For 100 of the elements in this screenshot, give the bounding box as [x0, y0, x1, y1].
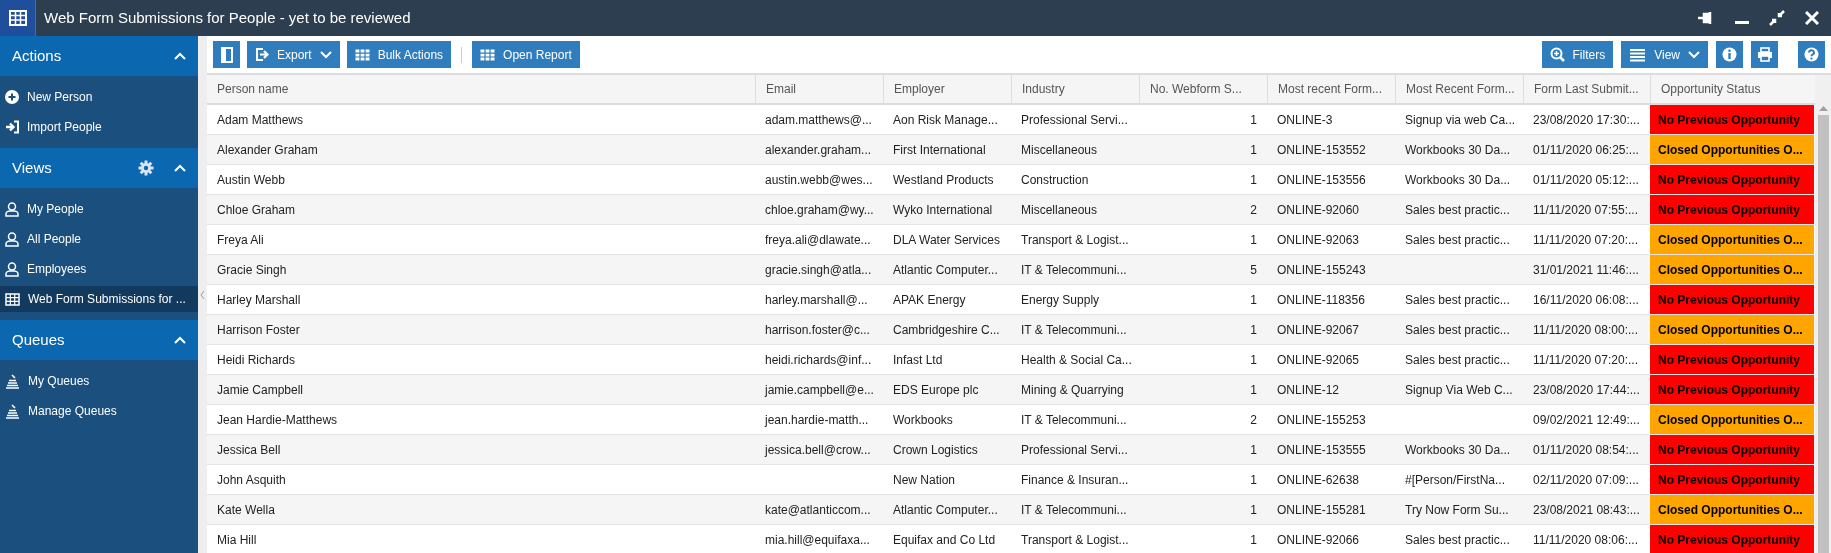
column-header[interactable]: Person name — [207, 75, 755, 103]
column-header[interactable]: No. Webform S... — [1139, 75, 1267, 103]
table-cell-text: Signup via web Ca... — [1405, 111, 1516, 129]
table-cell-text: 1 — [1250, 171, 1257, 189]
table-cell-text: Signup Via Web C... — [1405, 381, 1513, 399]
table-cell-text: Jessica Bell — [217, 441, 281, 459]
table-cell-text: 1 — [1250, 381, 1257, 399]
info-icon — [1722, 47, 1737, 62]
table-cell-text: Construction — [1021, 171, 1089, 189]
table-cell-text: 1 — [1250, 351, 1257, 369]
table-cell-text: Sales best practic... — [1405, 351, 1510, 369]
column-header[interactable]: Form Last Submit... — [1523, 75, 1650, 103]
table-cell-text: #[Person/FirstNa... — [1405, 471, 1506, 489]
table-cell-text: Sales best practic... — [1405, 201, 1510, 219]
status-badge: Closed Opportunities O... — [1650, 315, 1814, 344]
table-cell-text: Alexander Graham — [217, 141, 318, 159]
table-cell-text: 01/11/2020 08:54:... — [1533, 441, 1639, 459]
sidebar-handle[interactable] — [198, 36, 207, 553]
filters-button[interactable]: Filters — [1541, 41, 1614, 68]
table-cell-text: 11/11/2020 08:00:... — [1533, 321, 1638, 339]
status-badge: Closed Opportunities O... — [1650, 135, 1814, 164]
table-cell-text: Heidi Richards — [217, 351, 296, 369]
stack-icon — [5, 403, 20, 419]
panel-toggle-button[interactable] — [213, 41, 240, 68]
table-cell-text: Sales best practic... — [1405, 531, 1510, 549]
panel-icon — [220, 46, 233, 63]
section-header[interactable]: Queues — [0, 320, 198, 360]
sidebar-item[interactable]: All People — [0, 226, 198, 252]
table-cell-text: EDS Europe plc — [893, 381, 979, 399]
table-cell-text: jamie.campbell@e... — [765, 381, 874, 399]
chevron-left-icon — [200, 290, 205, 299]
person-icon — [5, 261, 19, 277]
person-icon — [5, 201, 19, 217]
info-button[interactable] — [1716, 41, 1743, 68]
sidebar-item[interactable]: Employees — [0, 256, 198, 282]
column-header[interactable]: Industry — [1011, 75, 1139, 103]
person-icon — [5, 231, 19, 247]
sidebar-item[interactable]: Manage Queues — [0, 398, 198, 424]
sidebar-item[interactable]: Import People — [0, 114, 198, 140]
toolbar-button[interactable]: Bulk Actions — [346, 41, 452, 68]
sidebar-item[interactable]: My Queues — [0, 368, 198, 394]
table-cell-text: Gracie Singh — [217, 261, 287, 279]
table-cell-text: 5 — [1250, 261, 1257, 279]
section-header[interactable]: Actions — [0, 36, 198, 76]
grid-icon — [5, 292, 20, 306]
table-cell-text: 1 — [1250, 471, 1257, 489]
table-cell-text: 01/11/2020 05:12:... — [1533, 171, 1639, 189]
table-cell-text: Workbooks 30 Da... — [1405, 171, 1511, 189]
section-header[interactable]: Views — [0, 148, 198, 188]
table-cell-text: 1 — [1250, 111, 1257, 129]
table-cell-text: IT & Telecommuni... — [1021, 261, 1127, 279]
column-header[interactable]: Email — [755, 75, 883, 103]
status-badge: No Previous Opportunity — [1650, 375, 1814, 404]
table-cell-text: Cambridgeshire C... — [893, 321, 1000, 339]
print-button[interactable] — [1751, 41, 1778, 68]
table-cell-text: Sales best practic... — [1405, 321, 1510, 339]
table-cell-text: ONLINE-92067 — [1277, 321, 1360, 339]
table-cell-text: kate@atlanticcom... — [765, 501, 871, 519]
help-button[interactable] — [1798, 41, 1825, 68]
table-cell-text: Try Now Form Su... — [1405, 501, 1509, 519]
table-cell-text: ONLINE-92066 — [1277, 531, 1360, 549]
table-cell-text: 2 — [1250, 201, 1257, 219]
collapse-icon[interactable] — [174, 163, 186, 173]
scrollbar[interactable] — [1815, 75, 1831, 553]
sidebar-item[interactable]: New Person — [0, 84, 198, 110]
table-cell-text: 11/11/2020 08:06:... — [1533, 531, 1638, 549]
table-cell-text: Equifax and Co Ltd — [893, 531, 996, 549]
table-cell-text: 1 — [1250, 531, 1257, 549]
collapse-icon[interactable] — [1769, 10, 1785, 26]
column-header[interactable]: Most Recent Form... — [1395, 75, 1523, 103]
toolbar-button[interactable]: Open Report — [472, 41, 580, 68]
table-cell-text: New Nation — [893, 471, 956, 489]
status-badge: No Previous Opportunity — [1650, 525, 1814, 553]
collapse-icon[interactable] — [174, 51, 186, 61]
column-header[interactable]: Employer — [883, 75, 1011, 103]
view-button[interactable]: View — [1621, 41, 1708, 68]
section-title: Views — [12, 157, 52, 178]
table-cell-text: Sales best practic... — [1405, 231, 1510, 249]
table-cell-text: ONLINE-153552 — [1277, 141, 1366, 159]
table-cell-text: 2 — [1250, 411, 1257, 429]
gear-icon[interactable] — [138, 160, 154, 176]
export-button[interactable]: Export — [247, 41, 340, 68]
table-cell-text: IT & Telecommuni... — [1021, 501, 1127, 519]
sidebar-item[interactable]: My People — [0, 196, 198, 222]
table-cell-text: ONLINE-153555 — [1277, 441, 1366, 459]
collapse-icon[interactable] — [174, 335, 186, 345]
table-cell-text: ONLINE-92063 — [1277, 231, 1360, 249]
table-cell-text: adam.matthews@... — [765, 111, 872, 129]
sidebar-item[interactable]: Web Form Submissions for ... — [0, 286, 198, 312]
table-cell-text: Transport & Logist... — [1021, 531, 1129, 549]
table-cell-text: Jamie Campbell — [217, 381, 304, 399]
column-header[interactable]: Most recent Form... — [1267, 75, 1395, 103]
table-cell-text: Westland Products — [893, 171, 994, 189]
table-cell-text: DLA Water Services — [893, 231, 1000, 249]
table-cell-text: Miscellaneous — [1021, 141, 1098, 159]
column-header[interactable]: Opportunity Status — [1650, 75, 1814, 103]
status-badge: Closed Opportunities O... — [1650, 255, 1814, 284]
close-icon[interactable] — [1805, 11, 1819, 25]
table-cell-text: gracie.singh@atla... — [765, 261, 872, 279]
table-cell-text: 23/08/2020 17:30:... — [1533, 111, 1640, 129]
